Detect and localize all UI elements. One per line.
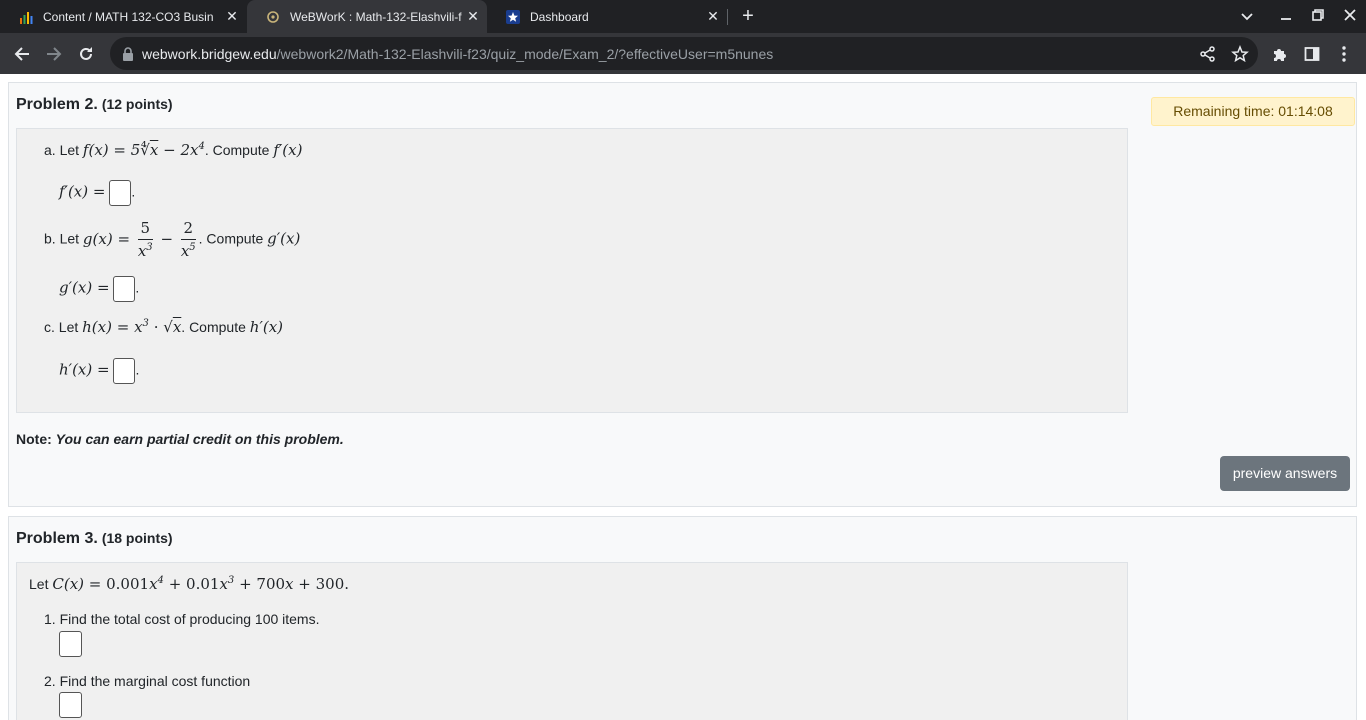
url-text[interactable]: webwork.bridgew.edu/webwork2/Math-132-El…: [142, 46, 773, 62]
tab-title: Dashboard: [530, 9, 589, 24]
remaining-time-badge: Remaining time: 01:14:08: [1151, 97, 1355, 126]
part-c-target: h′(x): [249, 318, 284, 336]
part-b-answer-input[interactable]: [113, 276, 136, 302]
webwork-page: Problem 2. (12 points) Remaining time: 01…: [0, 74, 1366, 720]
bookmark-star-icon[interactable]: [1231, 44, 1249, 63]
back-arrow-icon[interactable]: [10, 42, 34, 66]
part-a-compute: . Compute: [204, 142, 270, 158]
tab-separator: [727, 9, 728, 25]
part-b-statement: b. Let g(x) = 5 x3 − 2 x5. Compute g′(x): [44, 219, 300, 260]
problem-2-title: Problem 2. (12 points): [16, 96, 173, 114]
part-c-answer-label: h′(x) =: [59, 360, 110, 379]
part-b-answer-row: g′(x) = .: [59, 276, 139, 302]
restore-window-icon[interactable]: [1306, 5, 1330, 27]
url-path: /webwork2/Math-132-Elashvili-f23/quiz_mo…: [276, 45, 774, 62]
part-a-formula: f(x) = 5∜x − 2x4: [82, 141, 205, 159]
problem-title-text: Problem 3.: [16, 530, 98, 547]
bar-chart-favicon: [18, 9, 34, 25]
question-1-text: 1. Find the total cost of producing 100 …: [44, 611, 320, 627]
star-favicon: [505, 9, 521, 25]
part-a-label: a. Let: [44, 142, 80, 158]
part-b-compute: . Compute: [198, 230, 264, 247]
close-window-icon[interactable]: [1338, 5, 1362, 27]
part-a-answer-label: f′(x) =: [59, 182, 106, 201]
part-b-target: g′(x): [267, 229, 301, 248]
address-bar[interactable]: webwork.bridgew.edu/webwork2/Math-132-El…: [110, 37, 1258, 70]
part-a-answer-row: f′(x) = .: [59, 180, 135, 206]
problem-2-body: a. Let f(x) = 5∜x − 2x4. Compute f′(x) f…: [16, 128, 1128, 413]
lock-icon[interactable]: [122, 46, 134, 61]
note-label: Note:: [16, 431, 52, 447]
browser-tab-bar: Content / MATH 132-CO3 Busin ✕ WeBWorK :…: [0, 0, 1366, 33]
browser-toolbar: webwork.bridgew.edu/webwork2/Math-132-El…: [0, 33, 1366, 74]
close-tab-icon[interactable]: ✕: [224, 8, 240, 24]
intro-label: Let: [29, 576, 49, 592]
preview-answers-button[interactable]: preview answers: [1220, 456, 1350, 491]
part-c-formula: h(x) = x3 · √x: [82, 318, 182, 336]
part-a-statement: a. Let f(x) = 5∜x − 2x4. Compute f′(x): [44, 141, 302, 159]
problem-points: (12 points): [101, 96, 173, 112]
side-panel-icon[interactable]: [1300, 42, 1324, 66]
cost-function-formula: C(x) = 0.001x4 + 0.01x3 + 700x + 300.: [52, 575, 350, 593]
extensions-puzzle-icon[interactable]: [1268, 42, 1292, 66]
partial-credit-note: Note: You can earn partial credit on thi…: [16, 431, 344, 447]
question-1-answer-input[interactable]: [59, 631, 82, 657]
problem-2-card: Problem 2. (12 points) Remaining time: 01…: [8, 82, 1357, 507]
close-tab-icon[interactable]: ✕: [465, 8, 481, 24]
part-c-answer-input[interactable]: [113, 358, 136, 384]
tab-search-chevron-icon[interactable]: [1235, 5, 1259, 27]
url-domain: webwork.bridgew.edu: [142, 45, 277, 62]
question-2-answer-input[interactable]: [59, 692, 82, 718]
problem-3-body: Let C(x) = 0.001x4 + 0.01x3 + 700x + 300…: [16, 562, 1128, 720]
tab-title: Content / MATH 132-CO3 Busin: [43, 9, 214, 24]
webwork-favicon: [265, 9, 281, 25]
part-c-statement: c. Let h(x) = x3 · √x. Compute h′(x): [44, 318, 283, 336]
part-c-label: c. Let: [44, 319, 79, 335]
menu-kebab-icon[interactable]: [1332, 42, 1356, 66]
problem-title-text: Problem 2.: [16, 96, 98, 113]
close-tab-icon[interactable]: ✕: [705, 8, 721, 24]
tab-title: WeBWorK : Math-132-Elashvili-f: [290, 9, 462, 24]
problem-points: (18 points): [101, 530, 173, 546]
part-a-target: f′(x): [273, 141, 303, 159]
question-2-text: 2. Find the marginal cost function: [44, 673, 251, 689]
part-b-answer-label: g′(x) =: [59, 278, 110, 297]
problem-3-title: Problem 3. (18 points): [16, 530, 173, 548]
problem-3-card: Problem 3. (18 points) Let C(x) = 0.001x4…: [8, 516, 1357, 720]
part-c-compute: . Compute: [181, 319, 246, 335]
minimize-window-icon[interactable]: [1274, 5, 1298, 27]
part-a-answer-input[interactable]: [109, 180, 132, 206]
reload-icon[interactable]: [74, 42, 98, 66]
new-tab-plus-icon[interactable]: +: [737, 5, 759, 27]
forward-arrow-icon[interactable]: [42, 42, 66, 66]
tab-dashboard[interactable]: Dashboard ✕: [487, 0, 727, 33]
part-b-label: b. Let: [44, 230, 80, 247]
note-text: You can earn partial credit on this prob…: [55, 431, 344, 447]
cost-function-statement: Let C(x) = 0.001x4 + 0.01x3 + 700x + 300…: [29, 575, 349, 593]
part-b-formula: g(x) = 5 x3 − 2 x5: [82, 219, 196, 260]
share-icon[interactable]: [1199, 45, 1217, 63]
tab-content-math[interactable]: Content / MATH 132-CO3 Busin ✕: [0, 0, 246, 33]
part-c-answer-row: h′(x) = .: [59, 358, 139, 384]
tab-webwork[interactable]: WeBWorK : Math-132-Elashvili-f ✕: [247, 0, 487, 33]
